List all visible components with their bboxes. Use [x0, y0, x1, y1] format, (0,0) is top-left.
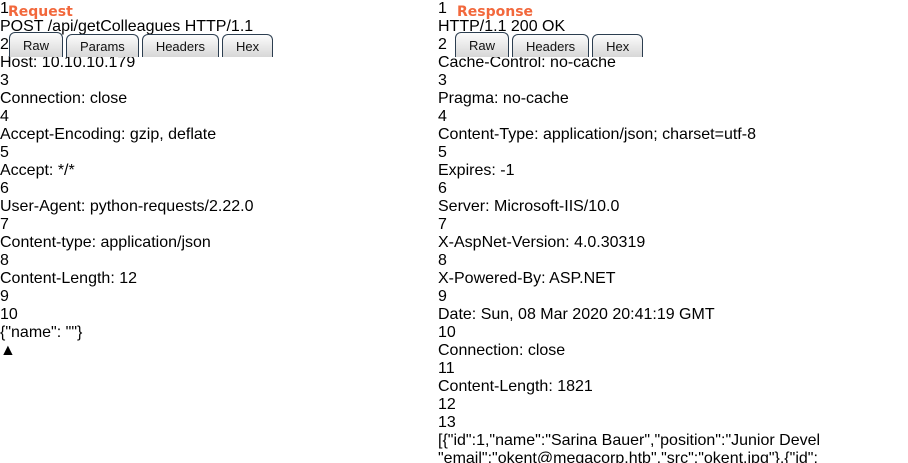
- code-line[interactable]: 9: [0, 288, 419, 306]
- code-text: X-Powered-By: ASP.NET: [438, 270, 908, 288]
- code-line[interactable]: 3Pragma: no-cache: [438, 72, 908, 108]
- code-line[interactable]: 6Server: Microsoft-IIS/10.0: [438, 180, 908, 216]
- request-tabs: RawParamsHeadersHex: [9, 33, 273, 57]
- scroll-up-button[interactable]: ▲: [0, 342, 419, 360]
- line-number: 6: [0, 180, 419, 198]
- code-text: Pragma: no-cache: [438, 90, 908, 108]
- request-scrollbar[interactable]: ▲: [0, 342, 419, 360]
- code-line[interactable]: 7X-AspNet-Version: 4.0.30319: [438, 216, 908, 252]
- code-text: [{"id":1,"name":"Sarina Bauer","position…: [438, 432, 908, 450]
- code-text: X-AspNet-Version: 4.0.30319: [438, 234, 908, 252]
- code-text: Date: Sun, 08 Mar 2020 20:41:19 GMT: [438, 306, 908, 324]
- code-line[interactable]: 12: [438, 396, 908, 414]
- code-line[interactable]: 4Content-Type: application/json; charset…: [438, 108, 908, 144]
- line-number: 9: [438, 288, 908, 306]
- code-text: Connection: close: [438, 342, 908, 360]
- tab-headers[interactable]: Headers: [142, 34, 219, 57]
- tab-params[interactable]: Params: [66, 34, 139, 57]
- response-panel: Response RawHeadersHex 1HTTP/1.1 200 OK2…: [438, 0, 908, 463]
- tab-hex[interactable]: Hex: [592, 34, 643, 57]
- code-line[interactable]: 5Expires: -1: [438, 144, 908, 180]
- response-tabs: RawHeadersHex: [455, 33, 643, 57]
- tab-headers[interactable]: Headers: [512, 34, 589, 57]
- code-line[interactable]: 5Accept: */*: [0, 144, 419, 180]
- code-text: {"name": ""}: [0, 324, 419, 342]
- code-line[interactable]: 13[{"id":1,"name":"Sarina Bauer","positi…: [438, 414, 908, 450]
- code-text: Server: Microsoft-IIS/10.0: [438, 198, 908, 216]
- request-panel: Request RawParamsHeadersHex 1POST /api/g…: [0, 0, 419, 463]
- code-line[interactable]: 6User-Agent: python-requests/2.22.0: [0, 180, 419, 216]
- code-text: "email":"okent@megacorp.htb","src":"oken…: [438, 450, 908, 463]
- line-number: 4: [0, 108, 419, 126]
- line-number: 10: [0, 306, 419, 324]
- line-number: 13: [438, 414, 908, 432]
- code-line[interactable]: 8Content-Length: 12: [0, 252, 419, 288]
- line-number: 9: [0, 288, 419, 306]
- line-number: 7: [0, 216, 419, 234]
- line-number: 3: [0, 72, 419, 90]
- code-line[interactable]: 10{"name": ""}: [0, 306, 419, 342]
- line-number: 3: [438, 72, 908, 90]
- burp-intercept-view: Request RawParamsHeadersHex 1POST /api/g…: [0, 0, 908, 463]
- line-number: 5: [0, 144, 419, 162]
- tab-hex[interactable]: Hex: [222, 34, 273, 57]
- line-number: 8: [438, 252, 908, 270]
- line-number: 7: [438, 216, 908, 234]
- code-line[interactable]: 4Accept-Encoding: gzip, deflate: [0, 108, 419, 144]
- line-number: 8: [0, 252, 419, 270]
- tab-raw[interactable]: Raw: [9, 32, 63, 57]
- line-number: 10: [438, 324, 908, 342]
- code-text: Content-Length: 12: [0, 270, 419, 288]
- code-text: Content-type: application/json: [0, 234, 419, 252]
- code-line[interactable]: 10Connection: close: [438, 324, 908, 360]
- line-number: 6: [438, 180, 908, 198]
- line-number: 11: [438, 360, 908, 378]
- request-title: Request: [8, 4, 73, 20]
- code-line[interactable]: "email":"okent@megacorp.htb","src":"oken…: [438, 450, 908, 463]
- line-number: 12: [438, 396, 908, 414]
- response-editor[interactable]: 1HTTP/1.1 200 OK2Cache-Control: no-cache…: [438, 0, 908, 463]
- code-line[interactable]: 11Content-Length: 1821: [438, 360, 908, 396]
- code-text: Content-Length: 1821: [438, 378, 908, 396]
- code-line[interactable]: 7Content-type: application/json: [0, 216, 419, 252]
- code-text: Accept-Encoding: gzip, deflate: [0, 126, 419, 144]
- line-number: 5: [438, 144, 908, 162]
- line-number: 4: [438, 108, 908, 126]
- code-line[interactable]: 3Connection: close: [0, 72, 419, 108]
- code-text: Expires: -1: [438, 162, 908, 180]
- code-text: Content-Type: application/json; charset=…: [438, 126, 908, 144]
- code-text: Accept: */*: [0, 162, 419, 180]
- response-title: Response: [457, 4, 533, 20]
- code-text: Connection: close: [0, 90, 419, 108]
- code-text: User-Agent: python-requests/2.22.0: [0, 198, 419, 216]
- code-line[interactable]: 9Date: Sun, 08 Mar 2020 20:41:19 GMT: [438, 288, 908, 324]
- code-line[interactable]: 8X-Powered-By: ASP.NET: [438, 252, 908, 288]
- tab-raw[interactable]: Raw: [455, 32, 509, 57]
